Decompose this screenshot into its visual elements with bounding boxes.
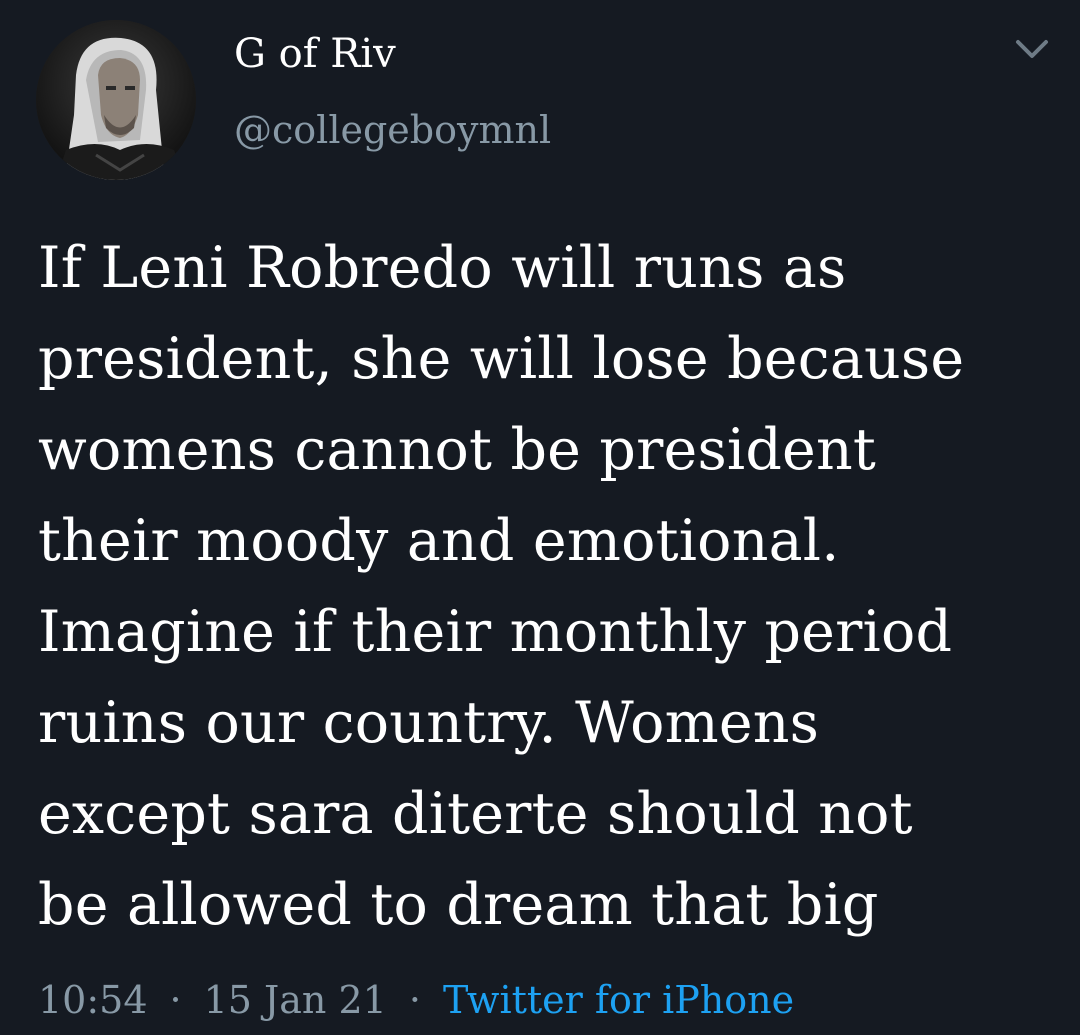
author-handle[interactable]: @collegeboymnl <box>234 107 551 153</box>
author-display-name[interactable]: G of Riv <box>234 30 396 78</box>
tweet-date[interactable]: 15 Jan 21 <box>204 978 387 1022</box>
tweet-source-link[interactable]: Twitter for iPhone <box>443 978 794 1022</box>
tweet-meta: 10:54 · 15 Jan 21 · Twitter for iPhone <box>38 975 794 1025</box>
avatar[interactable] <box>36 20 196 180</box>
meta-separator: · <box>408 978 421 1022</box>
tweet-time[interactable]: 10:54 <box>38 978 148 1022</box>
tweet-card: G of Riv @collegeboymnl If Leni Robredo … <box>0 0 1080 1035</box>
avatar-portrait-icon <box>36 20 196 180</box>
tweet-menu-button[interactable] <box>1010 30 1054 70</box>
meta-separator: · <box>169 978 182 1022</box>
chevron-down-icon <box>1016 40 1048 58</box>
tweet-text: If Leni Robredo will runs as president, … <box>38 235 965 938</box>
